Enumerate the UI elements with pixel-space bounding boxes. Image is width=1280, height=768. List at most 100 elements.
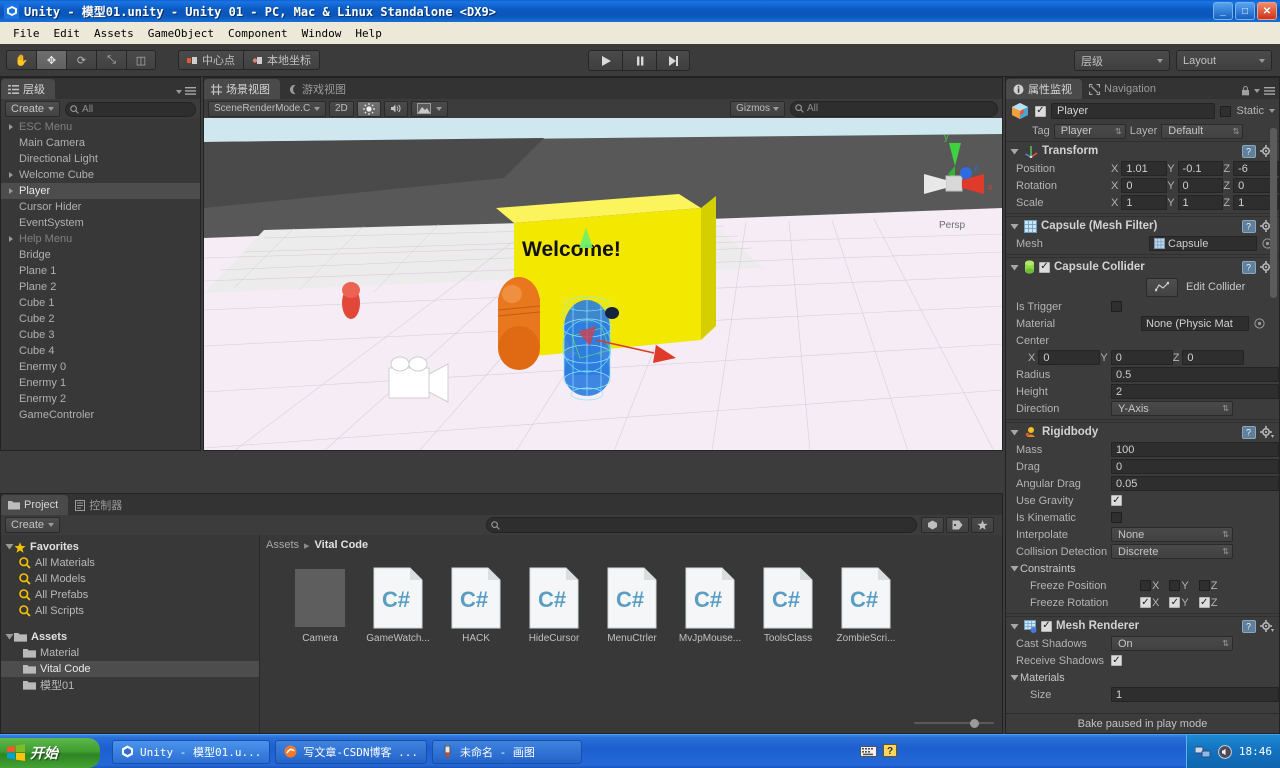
scene-search-input[interactable]: All bbox=[790, 100, 998, 117]
inspector-scrollbar-thumb[interactable] bbox=[1270, 128, 1277, 298]
hierarchy-item-plane-1[interactable]: Plane 1 bbox=[1, 263, 200, 279]
checkbox-use-gravity[interactable]: ✓ bbox=[1111, 495, 1122, 506]
play-button[interactable] bbox=[588, 50, 622, 71]
hierarchy-create-button[interactable]: Create bbox=[5, 101, 61, 117]
project-tree[interactable]: Favorites All Materials All Models All Pref… bbox=[1, 535, 260, 733]
asset-item[interactable]: C# HideCursor bbox=[526, 567, 582, 644]
checkbox-is-trigger[interactable] bbox=[1111, 301, 1122, 312]
dropdown-direction[interactable]: Y-Axis ⇅ bbox=[1111, 401, 1233, 416]
tab-game-view[interactable]: 游戏视图 bbox=[280, 79, 356, 99]
hierarchy-item-directional-light[interactable]: Directional Light bbox=[1, 151, 200, 167]
inspector-scrollbar[interactable] bbox=[1269, 102, 1278, 711]
dropdown-cast-shadows[interactable]: On ⇅ bbox=[1111, 636, 1233, 651]
zoom-slider-handle[interactable] bbox=[970, 718, 979, 728]
checkbox-freeze-rotation-y[interactable]: ✓ bbox=[1169, 597, 1181, 608]
axis-check-x[interactable]: ✓ X bbox=[1140, 597, 1162, 609]
static-checkbox[interactable] bbox=[1220, 105, 1232, 117]
axis-check-y[interactable]: ✓ Y bbox=[1169, 597, 1191, 609]
checkbox-freeze-rotation-z[interactable]: ✓ bbox=[1198, 597, 1210, 608]
project-folder-material[interactable]: Material bbox=[1, 645, 259, 661]
foldout-arrow[interactable] bbox=[1010, 263, 1020, 272]
dropdown-collision-detection[interactable]: Discrete ⇅ bbox=[1111, 544, 1233, 559]
scale-tool[interactable]: ⤡ bbox=[96, 50, 126, 70]
step-button[interactable] bbox=[656, 50, 690, 71]
asset-item[interactable]: C# ZombieScri... bbox=[837, 567, 895, 644]
field-rotation-y[interactable]: 0 bbox=[1177, 178, 1224, 193]
tab-hierarchy[interactable]: 层级 bbox=[1, 79, 55, 99]
pause-button[interactable] bbox=[622, 50, 656, 71]
foldout-arrow[interactable] bbox=[1010, 147, 1020, 156]
gizmos-dropdown[interactable]: Gizmos bbox=[730, 100, 785, 117]
tab-inspector[interactable]: 属性监视 bbox=[1006, 79, 1082, 99]
object-name-field[interactable]: Player bbox=[1051, 103, 1216, 119]
hierarchy-item-cube-4[interactable]: Cube 4 bbox=[1, 343, 200, 359]
filter-type-button[interactable] bbox=[921, 517, 944, 533]
hierarchy-menu[interactable] bbox=[176, 87, 196, 96]
hierarchy-item-bridge[interactable]: Bridge bbox=[1, 247, 200, 263]
asset-item[interactable]: Camera bbox=[292, 567, 348, 644]
axis-check-x[interactable]: X bbox=[1140, 580, 1162, 592]
axis-check-z[interactable]: Z bbox=[1198, 580, 1221, 592]
component-header[interactable]: Capsule (Mesh Filter)? bbox=[1006, 216, 1279, 235]
asset-item[interactable]: C# GameWatch... bbox=[366, 567, 430, 644]
breadcrumb-item-0[interactable]: Assets bbox=[266, 539, 299, 551]
menu-item-edit[interactable]: Edit bbox=[47, 25, 88, 42]
hierarchy-item-main-camera[interactable]: Main Camera bbox=[1, 135, 200, 151]
menu-item-help[interactable]: Help bbox=[348, 25, 389, 42]
field-mass[interactable]: 100 bbox=[1111, 442, 1279, 457]
field-height[interactable]: 2 bbox=[1111, 384, 1279, 399]
object-picker-icon[interactable] bbox=[1254, 318, 1265, 329]
volume-icon[interactable] bbox=[1217, 744, 1232, 759]
field-radius[interactable]: 0.5 bbox=[1111, 367, 1279, 382]
field-drag[interactable]: 0 bbox=[1111, 459, 1279, 474]
checkbox-freeze-position-x[interactable] bbox=[1140, 580, 1151, 591]
checkbox-receive-shadows[interactable]: ✓ bbox=[1111, 655, 1122, 666]
hierarchy-item-cube-1[interactable]: Cube 1 bbox=[1, 295, 200, 311]
field-rotation-x[interactable]: 0 bbox=[1121, 178, 1168, 193]
component-enabled-checkbox[interactable]: ✓ bbox=[1041, 620, 1052, 632]
field-position-x[interactable]: 1.01 bbox=[1121, 161, 1168, 176]
layer-dropdown[interactable]: Default ⇅ bbox=[1161, 123, 1244, 139]
checkbox-freeze-position-z[interactable] bbox=[1198, 580, 1210, 591]
taskbar-task[interactable]: 写文章-CSDN博客 ... bbox=[275, 739, 427, 764]
project-favorite-all-materials[interactable]: All Materials bbox=[1, 555, 259, 571]
filter-label-button[interactable] bbox=[946, 517, 969, 533]
foldout-arrow[interactable] bbox=[1010, 622, 1020, 631]
hand-tool[interactable]: ✋ bbox=[6, 50, 36, 70]
object-field-mesh[interactable]: Capsule bbox=[1149, 236, 1257, 251]
foldout-arrow[interactable] bbox=[1010, 428, 1020, 437]
tab-console[interactable]: 控制器 bbox=[68, 495, 132, 515]
object-field-material[interactable]: None (Physic Mat bbox=[1141, 316, 1249, 331]
field-center-z[interactable]: 0 bbox=[1182, 350, 1245, 365]
scene-fx-toggle[interactable] bbox=[410, 100, 448, 117]
checkbox-freeze-position-y[interactable] bbox=[1169, 580, 1181, 591]
project-folder-vital-code[interactable]: Vital Code bbox=[1, 661, 259, 677]
asset-item[interactable]: C# HACK bbox=[448, 567, 504, 644]
move-tool[interactable]: ✥ bbox=[36, 50, 66, 70]
field-position-y[interactable]: -0.1 bbox=[1177, 161, 1224, 176]
menu-item-assets[interactable]: Assets bbox=[87, 25, 141, 42]
hierarchy-item-cube-3[interactable]: Cube 3 bbox=[1, 327, 200, 343]
inspector-menu[interactable] bbox=[1241, 86, 1275, 96]
object-enabled-checkbox[interactable]: ✓ bbox=[1035, 105, 1046, 117]
tab-navigation[interactable]: Navigation bbox=[1082, 79, 1166, 99]
rect-tool[interactable]: ◫ bbox=[126, 50, 156, 70]
field-scale-y[interactable]: 1 bbox=[1177, 195, 1224, 210]
scene-audio-toggle[interactable] bbox=[383, 100, 408, 117]
scene-lighting-toggle[interactable] bbox=[356, 100, 381, 117]
close-button[interactable]: ✕ bbox=[1257, 2, 1277, 20]
checkbox-is-kinematic[interactable] bbox=[1111, 512, 1122, 523]
project-folder-模型01[interactable]: 模型01 bbox=[1, 677, 259, 693]
hierarchy-item-gamecontroler[interactable]: GameControler bbox=[1, 407, 200, 423]
language-bar[interactable]: ? bbox=[859, 744, 908, 759]
hierarchy-item-help-menu[interactable]: Help Menu bbox=[1, 231, 200, 247]
field-center-x[interactable]: 0 bbox=[1038, 350, 1101, 365]
project-favorite-all-models[interactable]: All Models bbox=[1, 571, 259, 587]
field-size[interactable]: 1 bbox=[1111, 687, 1279, 702]
foldout-arrow[interactable] bbox=[1010, 564, 1020, 573]
keyboard-icon[interactable] bbox=[859, 745, 877, 758]
menu-item-component[interactable]: Component bbox=[221, 25, 295, 42]
scene-2d-toggle[interactable]: 2D bbox=[329, 100, 354, 117]
hierarchy-item-plane-2[interactable]: Plane 2 bbox=[1, 279, 200, 295]
hierarchy-item-enermy-1[interactable]: Enermy 1 bbox=[1, 375, 200, 391]
